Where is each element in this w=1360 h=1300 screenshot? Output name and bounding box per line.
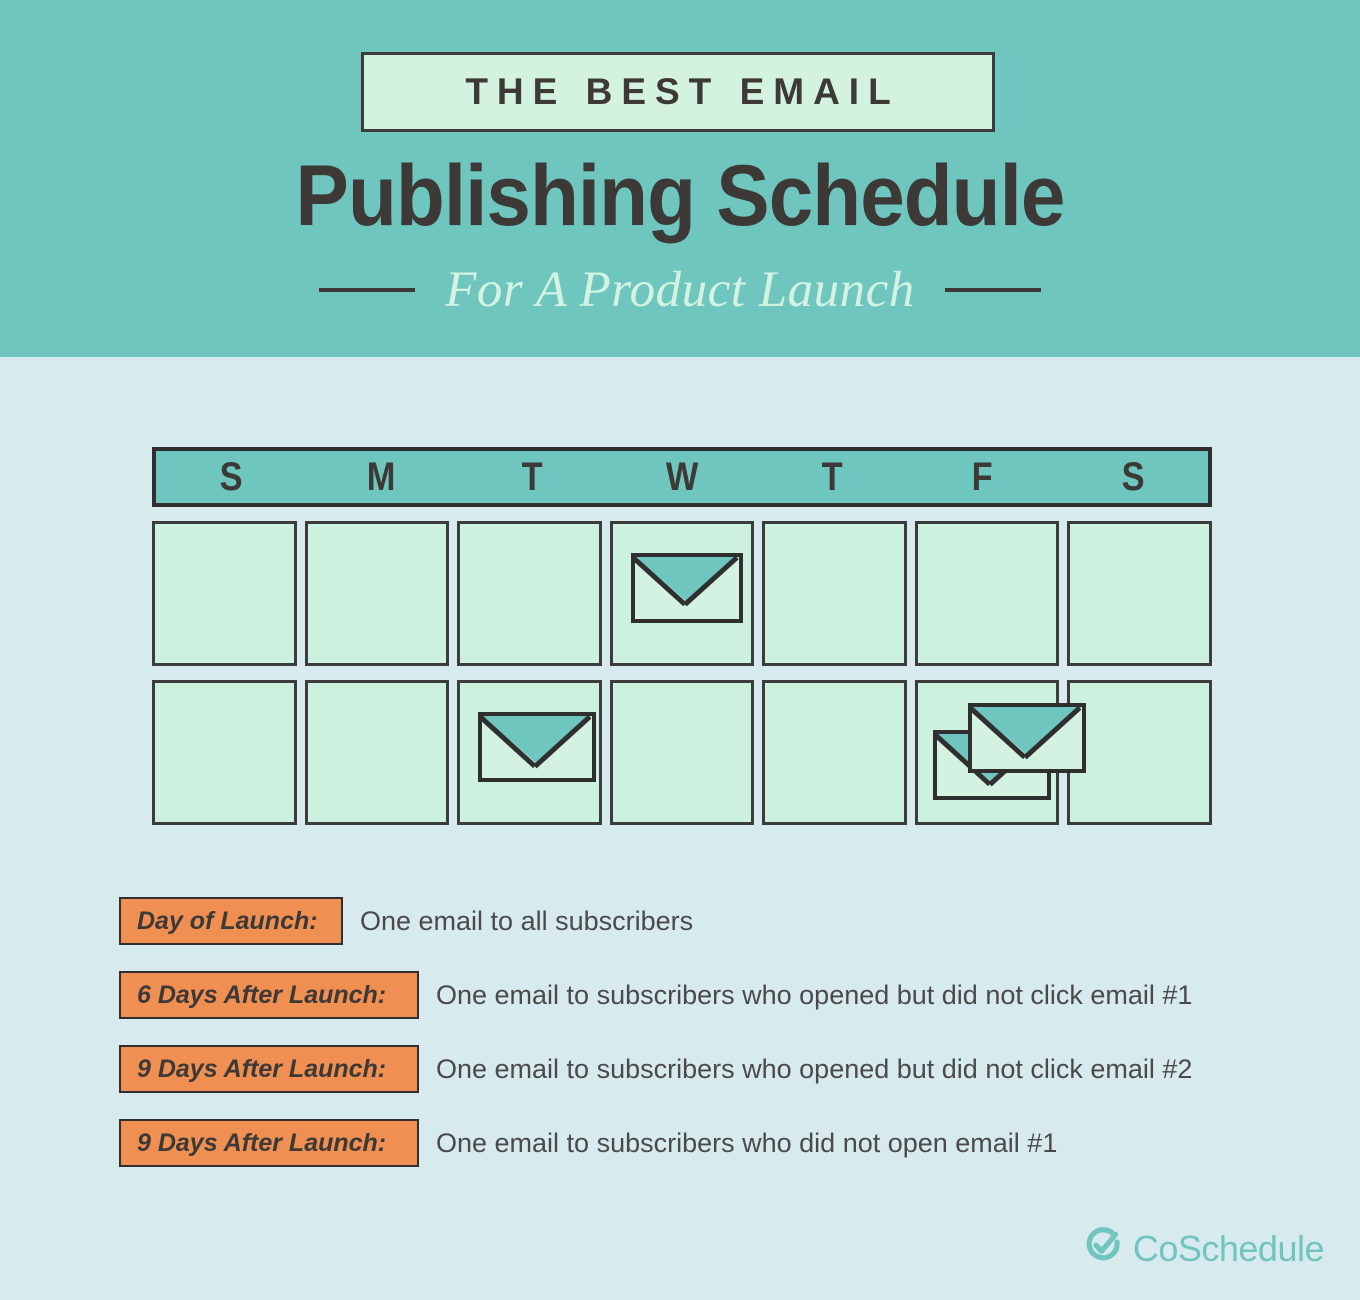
day-cell-w2-fri[interactable] <box>914 680 1086 825</box>
legend-description: One email to subscribers who did not ope… <box>436 1127 1058 1158</box>
page-subtitle: For A Product Launch <box>445 262 915 318</box>
day-cell-w1-mon[interactable] <box>304 521 450 666</box>
weekday-label-mon: M <box>367 454 396 499</box>
day-cell-w1-tue[interactable] <box>457 521 602 666</box>
calendar: S M T W T F S <box>152 447 1213 825</box>
legend-badge-label: 9 Days After Launch: <box>137 1128 387 1157</box>
day-cell-w1-sun[interactable] <box>152 521 297 666</box>
day-cell-w2-mon[interactable] <box>304 680 450 825</box>
envelope-icon <box>478 712 597 782</box>
legend-badge: 9 Days After Launch: <box>119 1119 419 1167</box>
eyebrow-box: THE BEST EMAIL <box>361 52 995 132</box>
envelope-flap-icon <box>482 716 593 764</box>
legend-description: One email to subscribers who opened but … <box>436 979 1193 1010</box>
calendar-week-row-1 <box>152 521 1213 666</box>
weekday-label-wed: W <box>665 454 699 499</box>
legend-badge: 6 Days After Launch: <box>119 971 419 1019</box>
legend-badge: Day of Launch: <box>119 897 343 945</box>
envelope-flap-icon <box>971 707 1082 755</box>
subtitle-rule-right <box>944 288 1041 292</box>
legend-badge: 9 Days After Launch: <box>119 1045 419 1093</box>
legend-badge-label: Day of Launch: <box>137 906 318 935</box>
weekday-label-sat: S <box>1121 454 1145 499</box>
legend-row: 6 Days After Launch: One email to subscr… <box>119 971 1319 1019</box>
page-title: Publishing Schedule <box>295 148 1066 244</box>
day-cell-w1-fri[interactable] <box>914 521 1060 666</box>
coschedule-logo[interactable]: CoSchedule <box>1084 1227 1325 1270</box>
envelope-icon-front <box>967 703 1086 773</box>
legend-row: Day of Launch: One email to all subscrib… <box>119 897 1319 945</box>
day-cell-w1-thu[interactable] <box>762 521 907 666</box>
header-band: THE BEST EMAIL Publishing Schedule For A… <box>0 0 1360 357</box>
envelope-flap-icon <box>634 557 739 602</box>
day-cell-w1-sat[interactable] <box>1067 521 1213 666</box>
day-cell-w2-sat[interactable] <box>1067 680 1213 825</box>
day-cell-w2-sun[interactable] <box>152 680 297 825</box>
day-cell-w1-wed[interactable] <box>609 521 755 666</box>
calendar-weekday-header: S M T W T F S <box>152 447 1212 507</box>
subtitle-rule-left <box>319 288 416 292</box>
day-cell-w2-thu[interactable] <box>762 680 907 825</box>
calendar-week-row-2 <box>152 680 1213 825</box>
check-circle-icon <box>1084 1227 1122 1270</box>
weekday-label-sun: S <box>219 454 243 499</box>
weekday-label-fri: F <box>972 454 994 499</box>
legend-badge-label: 6 Days After Launch: <box>137 980 387 1009</box>
legend: Day of Launch: One email to all subscrib… <box>119 897 1319 1193</box>
day-cell-w2-wed[interactable] <box>609 680 755 825</box>
legend-badge-label: 9 Days After Launch: <box>137 1054 387 1083</box>
brand-name: CoSchedule <box>1132 1227 1325 1269</box>
eyebrow-text: THE BEST EMAIL <box>465 71 900 112</box>
envelope-icon <box>630 553 743 623</box>
weekday-label-thu: T <box>821 454 843 499</box>
legend-row: 9 Days After Launch: One email to subscr… <box>119 1119 1319 1167</box>
legend-row: 9 Days After Launch: One email to subscr… <box>119 1045 1319 1093</box>
weekday-label-tue: T <box>521 454 543 499</box>
legend-description: One email to subscribers who opened but … <box>436 1053 1193 1084</box>
day-cell-w2-tue[interactable] <box>457 680 602 825</box>
legend-description: One email to all subscribers <box>360 905 694 936</box>
subtitle-row: For A Product Launch <box>0 258 1360 322</box>
